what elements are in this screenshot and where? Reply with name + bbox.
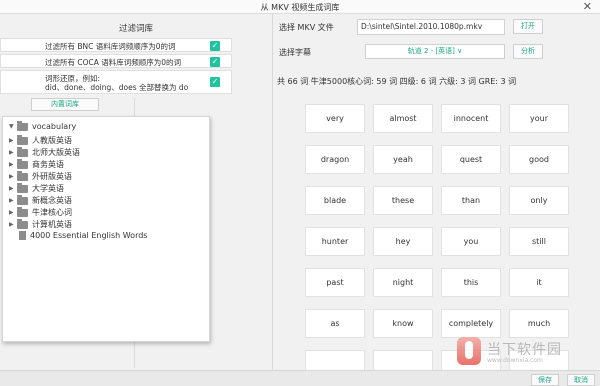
word-card[interactable]: as	[305, 309, 365, 338]
book-icon	[19, 231, 26, 240]
tree-folder[interactable]: ▶ 新概念英语	[9, 194, 72, 206]
tree-folder[interactable]: ▶ 外研版英语	[9, 170, 72, 182]
tree-folder-label: 新概念英语	[32, 196, 72, 205]
chevron-right-icon[interactable]: ▶	[9, 185, 17, 192]
folder-icon	[17, 158, 28, 169]
footer-bar: 保存 取消	[0, 370, 600, 386]
filter-option-example: did、done、doing、does 全部替换为 do	[45, 83, 189, 92]
word-card[interactable]: completely	[441, 309, 501, 338]
filter-panel: 过滤词库 过滤所有 BNC 语料库词频顺序为0的词 ✓ 过滤所有 COCA 语料…	[0, 14, 272, 370]
vocabulary-tree-popup: ▼ vocabulary ▶ 人教版英语 ▶ 北师大版英语 ▶ 商务英语 ▶ 外研版英语…	[2, 116, 210, 342]
word-card[interactable]: good	[509, 145, 569, 174]
subtitle-track-select[interactable]: 轨道 2 - [英语] ∨	[365, 44, 505, 59]
tree-folder[interactable]: ▶ 牛津核心词	[9, 206, 72, 218]
chevron-right-icon[interactable]: ▶	[9, 209, 17, 216]
word-card[interactable]: yeah	[373, 145, 433, 174]
word-card[interactable]: your	[509, 104, 569, 133]
chevron-right-icon[interactable]: ▶	[9, 149, 17, 156]
checkbox-bnc[interactable]: ✓	[210, 41, 220, 51]
folder-icon	[17, 194, 28, 205]
filter-option-label: 过滤所有 BNC 语料库词频顺序为0的词	[45, 42, 176, 51]
word-card[interactable]: hey	[373, 227, 433, 256]
tree-folder[interactable]: ▶ 计算机英语	[9, 218, 72, 230]
word-card[interactable]: you	[441, 227, 501, 256]
tree-folder-label: 人教版英语	[32, 136, 72, 145]
open-button[interactable]: 打开	[513, 19, 543, 34]
tree-file-label: 4000 Essential English Words	[30, 231, 148, 240]
tree-folder[interactable]: ▶ 人教版英语	[9, 134, 72, 146]
filter-header: 过滤词库	[118, 24, 153, 34]
filter-option-lemmatize[interactable]: 词形还原，例如: did、done、doing、does 全部替换为 do ✓	[0, 70, 232, 94]
folder-icon	[17, 206, 28, 217]
tree-folder-label: 大学英语	[32, 184, 64, 193]
filter-option-label: 过滤所有 COCA 语料库词频顺序为0的词	[45, 58, 182, 67]
window-title: 从 MKV 视频生成词库	[260, 3, 340, 12]
word-card[interactable]: still	[509, 227, 569, 256]
word-stats: 共 66 词 牛津5000核心词: 59 词 四级: 6 词 六级: 3 词 G…	[277, 77, 517, 86]
chevron-right-icon[interactable]: ▶	[9, 221, 17, 228]
word-card[interactable]: past	[305, 268, 365, 297]
tree-file[interactable]: 4000 Essential English Words	[9, 231, 147, 240]
tree-folder-label: 商务英语	[32, 160, 64, 169]
chevron-right-icon[interactable]: ▶	[9, 137, 17, 144]
mkv-panel: 选择 MKV 文件 D:\sintel\Sintel.2010.1080p.mk…	[272, 14, 600, 370]
checkbox-coca[interactable]: ✓	[210, 57, 220, 67]
word-card[interactable]: know	[373, 309, 433, 338]
tree-folder-label: 牛津核心词	[32, 208, 72, 217]
word-card[interactable]: it	[509, 268, 569, 297]
word-card[interactable]: quest	[441, 145, 501, 174]
select-mkv-label: 选择 MKV 文件	[279, 23, 334, 32]
chevron-right-icon[interactable]: ▶	[9, 197, 17, 204]
word-card[interactable]: than	[441, 186, 501, 215]
folder-icon	[17, 120, 28, 131]
word-card[interactable]: only	[509, 186, 569, 215]
folder-icon	[17, 146, 28, 157]
checkbox-lemmatize[interactable]: ✓	[210, 77, 220, 87]
tree-folder-label: 外研版英语	[32, 172, 72, 181]
title-bar: 从 MKV 视频生成词库 ✕	[0, 0, 600, 14]
tree-folder[interactable]: ▶ 北师大版英语	[9, 146, 80, 158]
word-card[interactable]: almost	[373, 104, 433, 133]
close-icon[interactable]: ✕	[583, 0, 592, 13]
word-card[interactable]: night	[373, 268, 433, 297]
analyze-button[interactable]: 分析	[513, 44, 543, 59]
tree-folder[interactable]: ▶ 商务英语	[9, 158, 64, 170]
word-card[interactable]: innocent	[441, 104, 501, 133]
word-card[interactable]	[305, 350, 365, 370]
word-card[interactable]: these	[373, 186, 433, 215]
folder-icon	[17, 218, 28, 229]
save-button[interactable]: 保存	[531, 374, 559, 386]
word-card[interactable]: hunter	[305, 227, 365, 256]
watermark-url: www.downxia.com	[487, 357, 543, 364]
word-card[interactable]: dragon	[305, 145, 365, 174]
word-card[interactable]: blade	[305, 186, 365, 215]
word-card[interactable]: this	[441, 268, 501, 297]
watermark-logo-icon	[457, 337, 481, 365]
filter-option-coca[interactable]: 过滤所有 COCA 语料库词频顺序为0的词 ✓	[0, 54, 232, 68]
filter-option-bnc[interactable]: 过滤所有 BNC 语料库词频顺序为0的词 ✓	[0, 38, 232, 52]
word-grid: very almost innocent your dragon yeah qu…	[305, 104, 569, 370]
builtin-vocabulary-button[interactable]: 内置词库	[31, 98, 99, 111]
word-card[interactable]: much	[509, 309, 569, 338]
tree-root-vocabulary[interactable]: ▼ vocabulary	[9, 120, 77, 131]
folder-icon	[17, 170, 28, 181]
expand-arrow-icon[interactable]: ▼	[9, 123, 17, 130]
cancel-button[interactable]: 取消	[567, 374, 595, 386]
select-subtitle-label: 选择字幕	[279, 48, 311, 57]
tree-folder-label: 北师大版英语	[32, 148, 80, 157]
watermark: 当下软件园 www.downxia.com	[457, 337, 597, 367]
word-card[interactable]: very	[305, 104, 365, 133]
folder-icon	[17, 134, 28, 145]
folder-icon	[17, 182, 28, 193]
chevron-right-icon[interactable]: ▶	[9, 173, 17, 180]
word-card[interactable]	[373, 350, 433, 370]
watermark-title: 当下软件园	[487, 342, 562, 358]
chevron-right-icon[interactable]: ▶	[9, 161, 17, 168]
tree-folder-label: 计算机英语	[32, 220, 72, 229]
mkv-path-field[interactable]: D:\sintel\Sintel.2010.1080p.mkv	[357, 19, 505, 35]
tree-folder[interactable]: ▶ 大学英语	[9, 182, 64, 194]
tree-root-label: vocabulary	[32, 122, 77, 131]
